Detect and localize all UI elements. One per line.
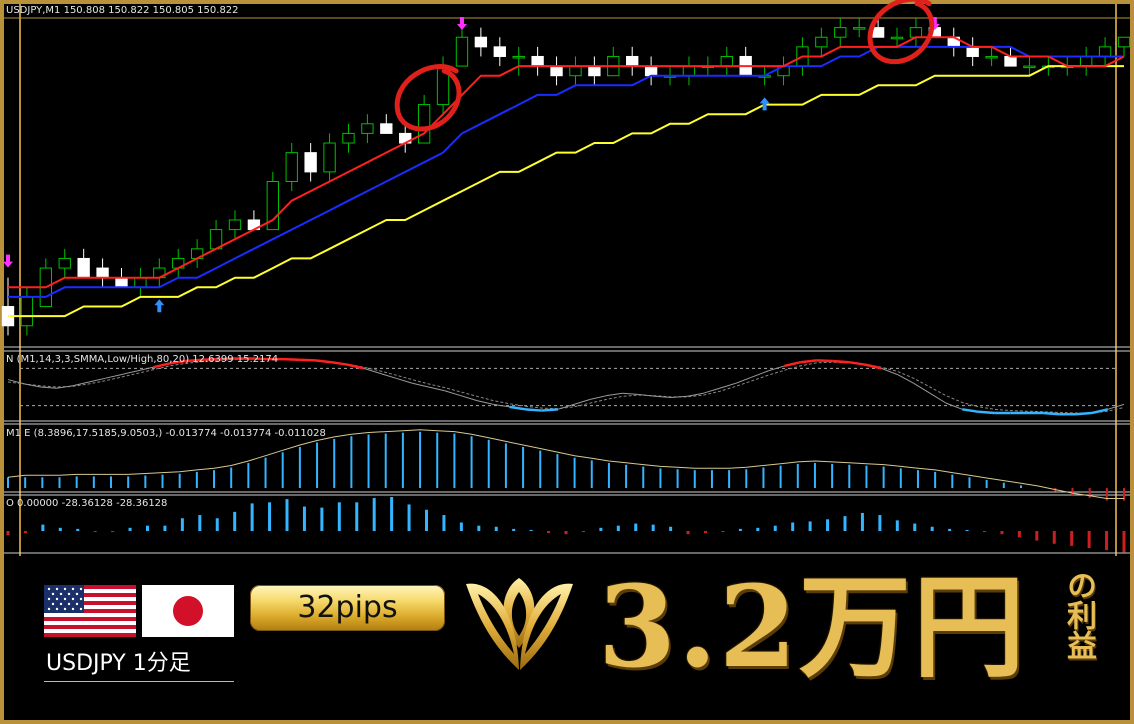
stoch-main-segment xyxy=(72,381,89,387)
bull-candle xyxy=(417,104,431,144)
bull-candle xyxy=(1098,46,1112,57)
stoch-main-segment xyxy=(121,370,138,376)
gold-emblem-icon xyxy=(462,570,577,684)
bear-candle xyxy=(304,152,317,173)
stoch-main-segment xyxy=(476,400,494,405)
oscillator-header: O 0.00000 -28.36128 -28.36128 xyxy=(6,498,168,509)
stoch-main-segment xyxy=(590,395,607,400)
stoch-main-segment xyxy=(735,376,753,384)
bull-candle xyxy=(834,27,847,38)
stoch-main-segment xyxy=(832,359,850,364)
stoch-main-segment xyxy=(7,379,25,385)
stoch-main-segment xyxy=(299,358,316,362)
price-chart-header: USDJPY,M1 150.808 150.822 150.805 150.82… xyxy=(6,5,239,16)
stoch-main-segment xyxy=(525,408,542,412)
profit-suffix: の利益 xyxy=(1061,570,1096,660)
bull-candle xyxy=(853,27,866,30)
bear-candle xyxy=(626,55,639,67)
pair-timeframe-label: USDJPY 1分足 xyxy=(44,646,234,682)
bear-candle xyxy=(493,46,506,57)
stoch-main-segment xyxy=(331,360,348,366)
bear-candle xyxy=(1004,55,1017,67)
bull-candle xyxy=(569,65,582,77)
bear-candle xyxy=(380,123,393,134)
macd-header: M1 E (8.3896,17.5185,9.0503,) -0.013774 … xyxy=(6,428,326,439)
bull-candle xyxy=(1023,65,1036,69)
stoch-main-segment xyxy=(1075,411,1092,416)
pips-badge: 32pips xyxy=(250,585,445,631)
japan-flag xyxy=(142,585,234,641)
stoch-main-segment xyxy=(784,360,801,368)
profit-amount: 3.2万円 xyxy=(598,562,1027,693)
bull-candle xyxy=(985,55,998,59)
bull-candle xyxy=(285,152,298,183)
sell-arrow-icon xyxy=(456,17,467,30)
chart-area xyxy=(1,0,1131,556)
bear-candle xyxy=(550,65,563,77)
bear-candle xyxy=(96,267,109,279)
bull-candle xyxy=(909,27,923,38)
buy-arrow-icon xyxy=(154,299,165,313)
stoch-main-segment xyxy=(606,392,623,397)
us-flag xyxy=(44,585,136,641)
bear-candle xyxy=(115,277,128,288)
stoch-main-segment xyxy=(800,359,817,364)
bull-candle xyxy=(512,55,525,59)
bull-candle xyxy=(890,36,904,40)
stoch-main-segment xyxy=(978,410,995,415)
bear-candle xyxy=(474,36,488,48)
stoch-main-segment xyxy=(573,398,591,405)
stoch-main-segment xyxy=(460,395,478,402)
macd-signal-line xyxy=(7,429,1124,499)
bull-candle xyxy=(720,55,733,67)
stoch-main-segment xyxy=(962,408,979,414)
stoch-main-segment xyxy=(1043,411,1060,416)
stoch-main-segment xyxy=(897,374,914,384)
bear-candle xyxy=(644,65,658,77)
stoch-main-segment xyxy=(945,402,963,410)
stoch-main-segment xyxy=(703,387,720,394)
bull-candle xyxy=(682,65,696,77)
stochastic-header: N (M1,14,3,3,SMMA,Low/High,80,20) 12.639… xyxy=(6,354,279,365)
bull-candle xyxy=(20,296,34,327)
bull-candle xyxy=(323,142,336,173)
bull-candle xyxy=(815,36,828,48)
pips-value: 32pips xyxy=(297,590,398,625)
stoch-main-segment xyxy=(379,372,397,379)
stoch-main-segment xyxy=(848,360,866,366)
bull-candle xyxy=(455,36,469,67)
stoch-main-segment xyxy=(412,382,429,388)
stoch-main-segment xyxy=(913,382,931,394)
bull-candle xyxy=(228,219,242,231)
bear-candle xyxy=(966,46,979,57)
bull-candle xyxy=(58,257,71,269)
bull-candle xyxy=(342,132,355,144)
stoch-main-segment xyxy=(315,359,332,364)
bear-candle xyxy=(588,65,601,77)
bear-candle xyxy=(531,55,544,67)
sell-arrow-icon xyxy=(3,254,13,268)
stoch-main-segment xyxy=(541,408,559,412)
stoch-main-segment xyxy=(282,357,300,361)
stoch-main-segment xyxy=(428,386,445,392)
bull-candle xyxy=(1079,55,1093,67)
bear-candle xyxy=(871,27,885,38)
bear-candle xyxy=(77,257,90,279)
bull-candle xyxy=(361,123,374,134)
stoch-signal-line xyxy=(7,358,1125,414)
stoch-main-segment xyxy=(816,359,833,363)
stoch-main-segment xyxy=(622,392,639,395)
bull-candle xyxy=(134,277,147,288)
bull-candle xyxy=(1117,36,1131,48)
stoch-main-segment xyxy=(509,405,526,411)
